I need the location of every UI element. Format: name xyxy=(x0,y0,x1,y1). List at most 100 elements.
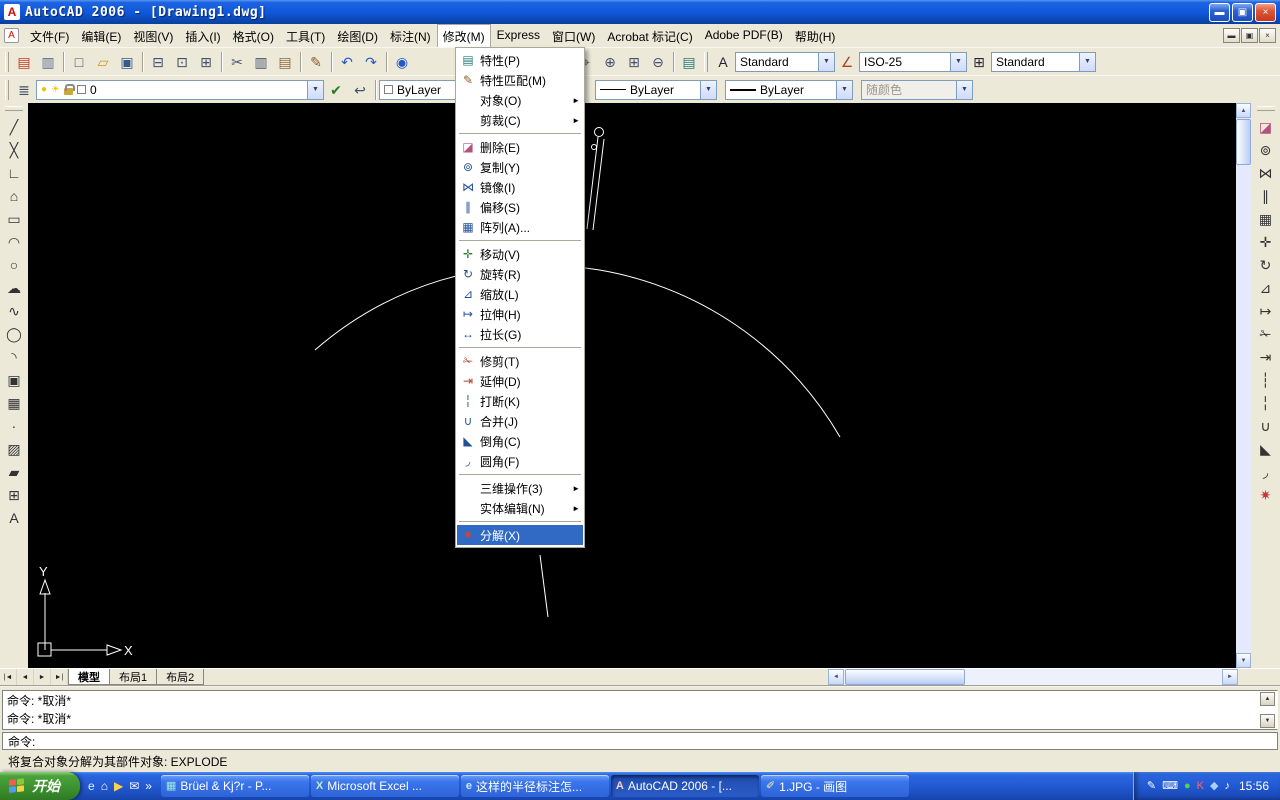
spline-button[interactable]: ∿ xyxy=(2,299,26,322)
menu-item-explode[interactable]: ✷ 分解(X) xyxy=(457,525,583,545)
new-button[interactable]: □ xyxy=(67,51,91,73)
table-style-dropdown-button[interactable]: ▼ xyxy=(1079,52,1095,71)
zoom-realtime-button[interactable]: ⊕ xyxy=(598,51,622,73)
menu-item-join[interactable]: ∪ 合并(J) xyxy=(457,411,583,431)
mdi-restore-button[interactable]: ▣ xyxy=(1241,28,1258,43)
command-scroll-up-button[interactable]: ▲ xyxy=(1260,692,1275,706)
toolbar-grip[interactable] xyxy=(1256,106,1275,111)
scroll-left-button[interactable]: ◄ xyxy=(828,669,844,685)
menu-modify[interactable]: 修改(M) xyxy=(436,24,491,47)
table-style-combo[interactable]: Standard ▼ xyxy=(991,51,1096,72)
menu-window[interactable]: 窗口(W) xyxy=(546,24,601,47)
layer-on-bulb-icon[interactable]: ● xyxy=(41,84,47,95)
antivirus-icon[interactable]: ● xyxy=(1184,780,1191,792)
menu-dimension[interactable]: 标注(N) xyxy=(384,24,437,47)
menu-item-lengthen[interactable]: ↔ 拉长(G) xyxy=(457,324,583,344)
menu-item-erase[interactable]: ◪ 删除(E) xyxy=(457,137,583,157)
save-button[interactable]: ▣ xyxy=(115,51,139,73)
volume-icon[interactable]: ♪ xyxy=(1224,780,1230,792)
menu-item-move[interactable]: ✛ 移动(V) xyxy=(457,244,583,264)
menu-item-match-properties[interactable]: ✎ 特性匹配(M) xyxy=(457,70,583,90)
dimension-detail-circle[interactable] xyxy=(591,144,597,150)
menu-item-solid-editing[interactable]: 实体编辑(N) ► xyxy=(457,498,583,518)
menu-item-mirror[interactable]: ⋈ 镜像(I) xyxy=(457,177,583,197)
line-entity[interactable] xyxy=(539,554,549,618)
scroll-right-button[interactable]: ► xyxy=(1222,669,1238,685)
menu-item-stretch[interactable]: ↦ 拉伸(H) xyxy=(457,304,583,324)
taskbar-button-excel[interactable]: X Microsoft Excel ... xyxy=(310,775,459,797)
mdi-close-button[interactable]: × xyxy=(1259,28,1276,43)
dim-style-dropdown-button[interactable]: ▼ xyxy=(950,52,966,71)
media-player-icon[interactable]: ▶ xyxy=(114,780,123,792)
menu-help[interactable]: 帮助(H) xyxy=(789,24,842,47)
lineweight-dropdown-button[interactable]: ▼ xyxy=(836,80,852,99)
toolbar-grip[interactable] xyxy=(5,51,9,72)
taskbar-button-paint[interactable]: ✐ 1.JPG - 画图 xyxy=(760,775,909,797)
text-style-combo[interactable]: Standard ▼ xyxy=(735,51,835,72)
qnew-button[interactable]: ▤ xyxy=(12,51,36,73)
menu-item-chamfer[interactable]: ◣ 倒角(C) xyxy=(457,431,583,451)
command-history[interactable]: 命令: *取消* 命令: *取消* ▲ ▼ xyxy=(2,690,1278,730)
mirror-button[interactable]: ⋈ xyxy=(1254,161,1278,184)
polygon-button[interactable]: ⌂ xyxy=(2,184,26,207)
revision-cloud-button[interactable]: ☁ xyxy=(2,276,26,299)
start-button[interactable]: 开始 xyxy=(0,772,80,800)
break-at-point-button[interactable]: ┆ xyxy=(1254,368,1278,391)
hatch-button[interactable]: ▨ xyxy=(2,437,26,460)
vertical-scroll-thumb[interactable] xyxy=(1236,119,1251,165)
toolbar-grip[interactable] xyxy=(5,79,9,100)
circle-button[interactable]: ○ xyxy=(2,253,26,276)
scale-button[interactable]: ⊿ xyxy=(1254,276,1278,299)
undo-button[interactable]: ↶ xyxy=(335,51,359,73)
menu-tools[interactable]: 工具(T) xyxy=(280,24,331,47)
region-button[interactable]: ▰ xyxy=(2,460,26,483)
menu-item-break[interactable]: ╎ 打断(K) xyxy=(457,391,583,411)
line-button[interactable]: ╱ xyxy=(2,115,26,138)
toolbar-grip[interactable] xyxy=(704,51,708,72)
chamfer-button[interactable]: ◣ xyxy=(1254,437,1278,460)
menu-draw[interactable]: 绘图(D) xyxy=(331,24,384,47)
make-object-layer-current-button[interactable]: ✔ xyxy=(324,79,348,101)
explode-button[interactable]: ✷ xyxy=(1254,483,1278,506)
paste-button[interactable]: ▤ xyxy=(273,51,297,73)
layer-combo[interactable]: ● ☀ 0 ▼ xyxy=(36,79,324,100)
table-style-button[interactable]: ⊞ xyxy=(967,51,991,73)
taskbar-button-bk[interactable]: ▦ Brüel & Kj?r - P... xyxy=(160,775,309,797)
mail-icon[interactable]: ✉ xyxy=(129,780,139,792)
menu-item-copy[interactable]: ⊚ 复制(Y) xyxy=(457,157,583,177)
menu-item-trim[interactable]: ✁ 修剪(T) xyxy=(457,351,583,371)
multiline-text-button[interactable]: A xyxy=(2,506,26,529)
taskbar-clock[interactable]: 15:56 xyxy=(1239,779,1269,793)
menu-acrobat-markups[interactable]: Acrobat 标记(C) xyxy=(601,24,698,47)
fillet-button[interactable]: ◞ xyxy=(1254,460,1278,483)
layer-previous-button[interactable]: ↩ xyxy=(348,79,372,101)
layer-freeze-sun-icon[interactable]: ☀ xyxy=(51,84,60,95)
menu-item-clip[interactable]: 剪裁(C) ► xyxy=(457,110,583,130)
minimize-button[interactable]: ▬ xyxy=(1209,2,1230,22)
tab-previous-button[interactable]: ◄ xyxy=(17,669,34,685)
copy-button[interactable]: ▥ xyxy=(249,51,273,73)
dim-style-button[interactable]: ∠ xyxy=(835,51,859,73)
horizontal-scroll-thumb[interactable] xyxy=(845,669,965,685)
menu-item-fillet[interactable]: ◞ 圆角(F) xyxy=(457,451,583,471)
publish-button[interactable]: ⊞ xyxy=(194,51,218,73)
break-button[interactable]: ╎ xyxy=(1254,391,1278,414)
scroll-up-button[interactable]: ▲ xyxy=(1236,103,1251,118)
internet-explorer-icon[interactable]: e xyxy=(88,780,95,792)
redo-button[interactable]: ↷ xyxy=(359,51,383,73)
menu-express[interactable]: Express xyxy=(491,24,546,47)
copy-object-button[interactable]: ⊚ xyxy=(1254,138,1278,161)
offset-button[interactable]: ∥ xyxy=(1254,184,1278,207)
join-button[interactable]: ∪ xyxy=(1254,414,1278,437)
horizontal-scroll-track[interactable] xyxy=(844,669,1222,685)
extend-button[interactable]: ⇥ xyxy=(1254,345,1278,368)
command-input[interactable]: 命令: xyxy=(2,732,1278,750)
menu-edit[interactable]: 编辑(E) xyxy=(75,24,127,47)
trim-button[interactable]: ✁ xyxy=(1254,322,1278,345)
table-button[interactable]: ⊞ xyxy=(2,483,26,506)
array-button[interactable]: ▦ xyxy=(1254,207,1278,230)
menu-item-object[interactable]: 对象(O) ► xyxy=(457,90,583,110)
kingsoft-icon[interactable]: K xyxy=(1197,780,1204,792)
tab-first-button[interactable]: |◄ xyxy=(0,669,17,685)
rectangle-button[interactable]: ▭ xyxy=(2,207,26,230)
